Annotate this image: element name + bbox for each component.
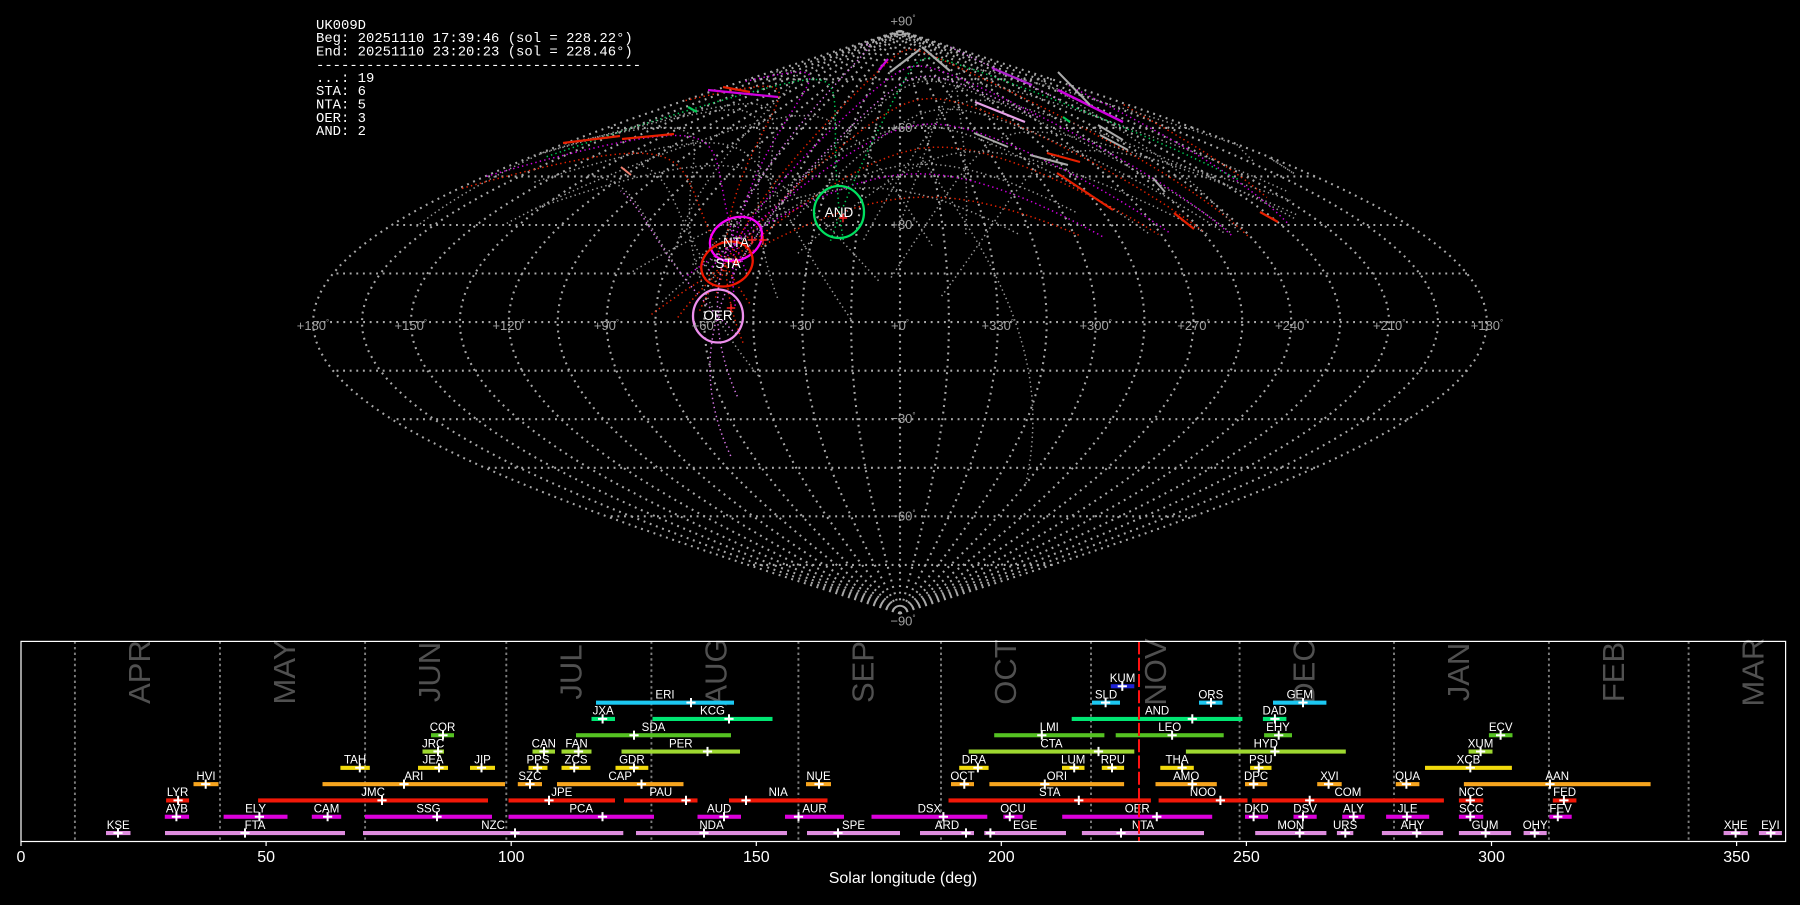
svg-text:AUR: AUR (802, 804, 826, 816)
svg-text:OCT: OCT (950, 771, 974, 783)
svg-text:NZC: NZC (481, 820, 505, 832)
svg-text:NTA: NTA (723, 235, 749, 250)
svg-text:DSV: DSV (1293, 804, 1317, 816)
svg-text:+60°: +60° (890, 120, 915, 135)
svg-text:CTA: CTA (1040, 738, 1062, 750)
svg-text:JPE: JPE (551, 787, 572, 799)
svg-text:AAN: AAN (1545, 771, 1569, 783)
svg-text:+90°: +90° (594, 318, 619, 333)
svg-text:PER: PER (669, 738, 693, 750)
svg-text:STA: STA (1039, 787, 1061, 799)
svg-text:CAP: CAP (608, 771, 632, 783)
svg-text:THA: THA (1166, 755, 1189, 767)
svg-text:OCU: OCU (1000, 804, 1026, 816)
svg-text:AUG: AUG (698, 638, 733, 705)
svg-text:0: 0 (17, 849, 26, 866)
svg-text:MAY: MAY (267, 640, 302, 705)
svg-text:NTA: NTA (1132, 820, 1154, 832)
svg-text:APR: APR (122, 640, 157, 704)
svg-text:JRC: JRC (422, 738, 444, 750)
svg-text:DPC: DPC (1244, 771, 1268, 783)
svg-text:FEV: FEV (1549, 804, 1572, 816)
svg-text:AND: 2: AND: 2 (316, 124, 366, 140)
svg-text:PCA: PCA (569, 804, 593, 816)
svg-text:QUA: QUA (1395, 771, 1420, 783)
svg-text:ELY: ELY (245, 804, 266, 816)
svg-text:DRA: DRA (962, 755, 987, 767)
svg-text:+120°: +120° (492, 318, 525, 333)
svg-text:+270°: +270° (1177, 318, 1210, 333)
svg-text:ARD: ARD (935, 820, 959, 832)
svg-text:NOO: NOO (1190, 787, 1216, 799)
svg-text:DSX: DSX (918, 804, 942, 816)
svg-text:250: 250 (1233, 849, 1260, 866)
svg-text:+60°: +60° (692, 318, 717, 333)
svg-text:AUD: AUD (707, 804, 731, 816)
svg-text:+330°: +330° (982, 318, 1015, 333)
svg-text:XCB: XCB (1457, 755, 1481, 767)
svg-text:+90°: +90° (890, 14, 915, 29)
svg-text:50: 50 (257, 849, 275, 866)
svg-text:150: 150 (743, 849, 770, 866)
svg-text:MAR: MAR (1736, 638, 1771, 707)
svg-text:CAM: CAM (314, 804, 340, 816)
svg-text:EGE: EGE (1013, 820, 1038, 832)
svg-text:JUN: JUN (412, 642, 447, 702)
svg-text:NIA: NIA (769, 787, 789, 799)
svg-text:ERI: ERI (655, 689, 674, 701)
svg-text:FTA: FTA (245, 820, 266, 832)
svg-text:ORI: ORI (1047, 771, 1067, 783)
svg-text:+30°: +30° (790, 318, 815, 333)
svg-text:JIP: JIP (474, 755, 491, 767)
svg-text:+180°: +180° (1471, 318, 1504, 333)
svg-text:PSU: PSU (1249, 755, 1273, 767)
svg-text:SPE: SPE (842, 820, 865, 832)
svg-text:+150°: +150° (395, 318, 428, 333)
svg-text:300: 300 (1478, 849, 1505, 866)
svg-text:KCG: KCG (700, 706, 725, 718)
svg-text:GDR: GDR (619, 755, 645, 767)
svg-text:FEB: FEB (1596, 642, 1631, 702)
svg-text:SDA: SDA (642, 722, 666, 734)
svg-text:+300°: +300° (1079, 318, 1112, 333)
svg-text:OCT: OCT (988, 639, 1023, 705)
svg-text:OER: OER (1125, 804, 1150, 816)
svg-text:ARI: ARI (404, 771, 423, 783)
svg-text:STA: STA (715, 256, 740, 271)
svg-text:NOV: NOV (1138, 638, 1173, 706)
svg-text:−60°: −60° (890, 508, 915, 523)
svg-text:ZCS: ZCS (565, 755, 588, 767)
svg-text:TAH: TAH (344, 755, 366, 767)
svg-text:AND: AND (825, 205, 854, 220)
svg-text:+240°: +240° (1275, 318, 1308, 333)
svg-text:LEO: LEO (1158, 722, 1181, 734)
svg-text:−90°: −90° (890, 614, 915, 629)
svg-text:+30°: +30° (890, 217, 915, 232)
svg-text:JAN: JAN (1441, 643, 1476, 702)
svg-text:DKD: DKD (1244, 804, 1268, 816)
svg-text:FAN: FAN (565, 738, 587, 750)
svg-text:AHY: AHY (1401, 820, 1425, 832)
svg-text:COM: COM (1334, 787, 1361, 799)
svg-text:350: 350 (1723, 849, 1750, 866)
svg-text:+210°: +210° (1373, 318, 1406, 333)
svg-text:100: 100 (498, 849, 525, 866)
svg-text:200: 200 (988, 849, 1015, 866)
svg-text:AND: AND (1145, 706, 1169, 718)
svg-text:JEA: JEA (422, 755, 443, 767)
svg-text:−30°: −30° (890, 411, 915, 426)
svg-text:Solar longitude (deg): Solar longitude (deg) (829, 870, 978, 887)
svg-text:+180°: +180° (297, 318, 330, 333)
svg-text:SEP: SEP (845, 641, 880, 703)
svg-text:GEM: GEM (1287, 689, 1313, 701)
svg-text:PAU: PAU (649, 787, 672, 799)
svg-text:JUL: JUL (553, 644, 588, 699)
svg-text:AMO: AMO (1173, 771, 1199, 783)
